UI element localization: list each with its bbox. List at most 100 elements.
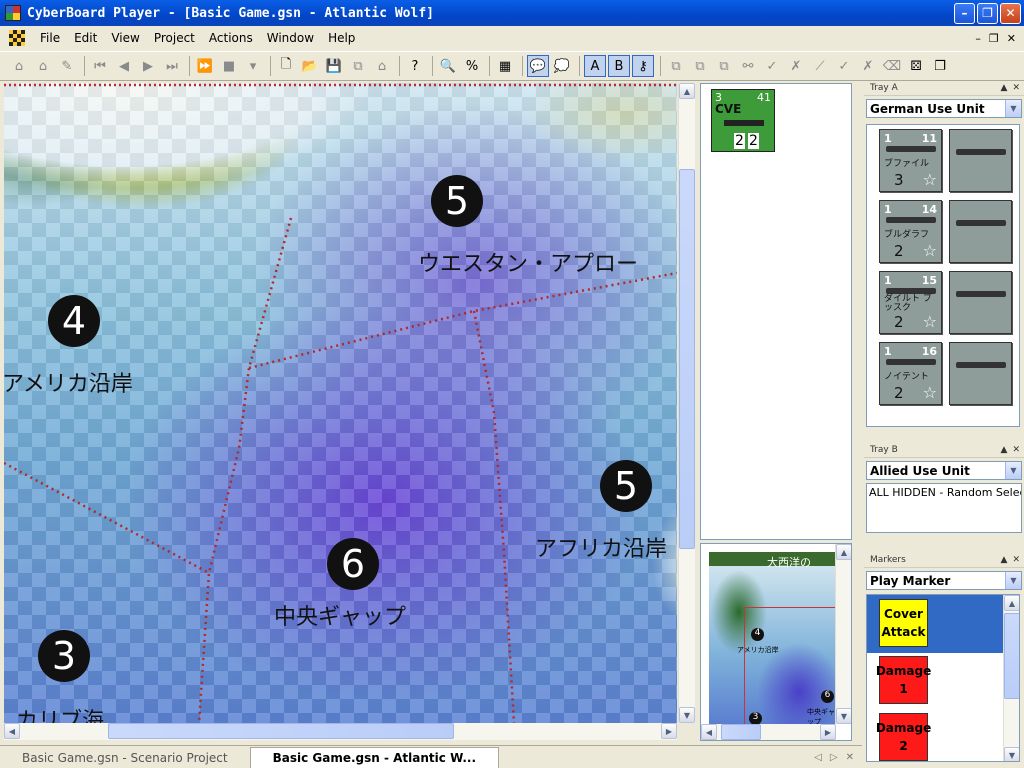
stack2-icon[interactable]: ⧉ xyxy=(689,55,711,77)
line-icon[interactable]: ⟋ xyxy=(809,55,831,77)
scroll-up-icon[interactable]: ▲ xyxy=(836,544,851,560)
close-icon[interactable]: ✕ xyxy=(1012,445,1020,455)
tab-right-icon[interactable]: ▷ xyxy=(830,752,838,763)
minimize-icon[interactable]: ▲ xyxy=(1001,83,1008,93)
eraser-icon[interactable]: ⌫ xyxy=(881,55,903,77)
menu-edit[interactable]: Edit xyxy=(67,31,104,45)
unit-counter[interactable]: 1 14 ブルダラフ 2 ☆ xyxy=(879,200,942,263)
chevron-down-icon[interactable]: ▼ xyxy=(1005,462,1021,479)
scroll-thumb[interactable] xyxy=(679,169,695,549)
key-icon[interactable]: ⚷ xyxy=(632,55,654,77)
document-icon[interactable] xyxy=(9,30,25,46)
hidden-unit-counter[interactable] xyxy=(949,342,1012,405)
marker-damage-2[interactable]: Damage 2 xyxy=(876,713,931,761)
cross2-icon[interactable]: ✗ xyxy=(857,55,879,77)
fast-forward-icon[interactable]: ⏩ xyxy=(194,55,216,77)
check2-icon[interactable]: ✓ xyxy=(833,55,855,77)
home-icon[interactable]: ⌂ xyxy=(32,55,54,77)
stop-icon[interactable]: ■ xyxy=(218,55,240,77)
scale-icon[interactable]: % xyxy=(461,55,483,77)
overview-horizontal-scrollbar[interactable]: ◀ ▶ xyxy=(701,724,836,740)
tray-a-select[interactable]: German Use Unit ▼ xyxy=(866,99,1022,118)
menu-project[interactable]: Project xyxy=(147,31,202,45)
dice-icon[interactable]: ⚄ xyxy=(905,55,927,77)
mdi-minimize-icon[interactable]: – xyxy=(975,32,981,45)
scroll-down-icon[interactable]: ▼ xyxy=(1004,747,1019,761)
tooltip-icon[interactable]: 💭 xyxy=(551,55,573,77)
close-icon[interactable]: ✕ xyxy=(1012,555,1020,565)
close-button[interactable]: ✕ xyxy=(1000,2,1021,24)
new-icon[interactable]: 🗋 xyxy=(275,55,297,77)
game-map[interactable]: 5 ウエスタン・アプロー 4 アメリカ沿岸 5 アフリカ沿岸 6 中央ギャップ … xyxy=(4,83,677,723)
first-move-icon[interactable]: ⏮ xyxy=(89,55,111,77)
tab-atlantic-wolf[interactable]: Basic Game.gsn - Atlantic W... xyxy=(249,747,499,768)
hidden-unit-counter[interactable] xyxy=(949,129,1012,192)
scroll-up-icon[interactable]: ▲ xyxy=(679,83,695,99)
hidden-unit-counter[interactable] xyxy=(949,271,1012,334)
minimize-icon[interactable]: ▲ xyxy=(1001,555,1008,565)
chevron-down-icon[interactable]: ▼ xyxy=(1005,572,1021,589)
scroll-up-icon[interactable]: ▲ xyxy=(1004,595,1019,611)
tab-left-icon[interactable]: ◁ xyxy=(814,752,822,763)
menu-file[interactable]: File xyxy=(33,31,67,45)
viewport-frame[interactable] xyxy=(744,607,836,724)
unit-counter[interactable]: 1 16 ノイテント 2 ☆ xyxy=(879,342,942,405)
copy-icon[interactable]: ⧉ xyxy=(347,55,369,77)
cross-icon[interactable]: ✗ xyxy=(785,55,807,77)
save-icon[interactable]: 💾 xyxy=(323,55,345,77)
check-icon[interactable]: ✓ xyxy=(761,55,783,77)
minimize-icon[interactable]: ▲ xyxy=(1001,445,1008,455)
unit-counter[interactable]: 1 15 ダイルト ブッスク 2 ☆ xyxy=(879,271,942,334)
scroll-thumb[interactable] xyxy=(1004,613,1019,699)
menu-window[interactable]: Window xyxy=(260,31,321,45)
marker-cover-attack[interactable]: Cover Attack xyxy=(879,599,928,647)
paste-icon[interactable]: ⌂ xyxy=(371,55,393,77)
overview-map[interactable]: 大西洋の 4 アメリカ沿岸 6 中央ギャップ 3 ▲ ▼ ◀ ▶ xyxy=(700,543,852,741)
overview-vertical-scrollbar[interactable]: ▲ ▼ xyxy=(835,544,851,724)
zoom-icon[interactable]: 🔍 xyxy=(437,55,459,77)
tab-close-icon[interactable]: ✕ xyxy=(846,752,854,763)
window-icon[interactable]: ❐ xyxy=(929,55,951,77)
menu-help[interactable]: Help xyxy=(321,31,362,45)
close-icon[interactable]: ✕ xyxy=(1012,83,1020,93)
link-icon[interactable]: ⚯ xyxy=(737,55,759,77)
a-toggle-icon[interactable]: A xyxy=(584,55,606,77)
scroll-right-icon[interactable]: ▶ xyxy=(661,723,677,739)
selected-counter[interactable]: 3 41 CVE 2 2 xyxy=(711,89,775,152)
stack-icon[interactable]: ⧉ xyxy=(665,55,687,77)
menu-view[interactable]: View xyxy=(104,31,146,45)
restore-button[interactable]: ❐ xyxy=(977,2,998,24)
minimize-button[interactable]: – xyxy=(954,2,975,24)
tray-b-select[interactable]: Allied Use Unit ▼ xyxy=(866,461,1022,480)
hidden-unit-counter[interactable] xyxy=(949,200,1012,263)
chevron-down-icon[interactable]: ▼ xyxy=(1005,100,1021,117)
open-icon[interactable]: 📂 xyxy=(299,55,321,77)
scroll-down-icon[interactable]: ▼ xyxy=(836,708,851,724)
scroll-left-icon[interactable]: ◀ xyxy=(4,723,20,739)
map-horizontal-scrollbar[interactable]: ◀ ▶ xyxy=(4,723,677,740)
mdi-close-icon[interactable]: ✕ xyxy=(1007,32,1016,45)
app-icon[interactable] xyxy=(5,5,21,21)
lock-icon[interactable]: ⌂ xyxy=(8,55,30,77)
speech-bubble-icon[interactable]: 💬 xyxy=(527,55,549,77)
marker-damage-1[interactable]: Damage 1 xyxy=(876,656,931,704)
unit-counter[interactable]: 1 11 ブファイル 3 ☆ xyxy=(879,129,942,192)
dropdown-icon[interactable]: ▾ xyxy=(242,55,264,77)
mdi-restore-icon[interactable]: ❐ xyxy=(989,32,999,45)
last-move-icon[interactable]: ⏭ xyxy=(161,55,183,77)
scroll-left-icon[interactable]: ◀ xyxy=(701,724,717,740)
menu-actions[interactable]: Actions xyxy=(202,31,260,45)
tab-scenario-project[interactable]: Basic Game.gsn - Scenario Project xyxy=(0,747,250,768)
markers-select[interactable]: Play Marker ▼ xyxy=(866,571,1022,590)
prev-move-icon[interactable]: ◀ xyxy=(113,55,135,77)
tray-b-content[interactable]: ALL HIDDEN - Random Selectio xyxy=(866,483,1022,533)
help-icon[interactable]: ? xyxy=(404,55,426,77)
scroll-down-icon[interactable]: ▼ xyxy=(679,707,695,723)
b-toggle-icon[interactable]: B xyxy=(608,55,630,77)
markers-scrollbar[interactable]: ▲ ▼ xyxy=(1003,595,1019,761)
scroll-thumb[interactable] xyxy=(721,724,761,740)
stack3-icon[interactable]: ⧉ xyxy=(713,55,735,77)
map-vertical-scrollbar[interactable]: ▲ ▼ xyxy=(678,83,695,723)
tool-icon[interactable]: ✎ xyxy=(56,55,78,77)
grid-icon[interactable]: ▦ xyxy=(494,55,516,77)
